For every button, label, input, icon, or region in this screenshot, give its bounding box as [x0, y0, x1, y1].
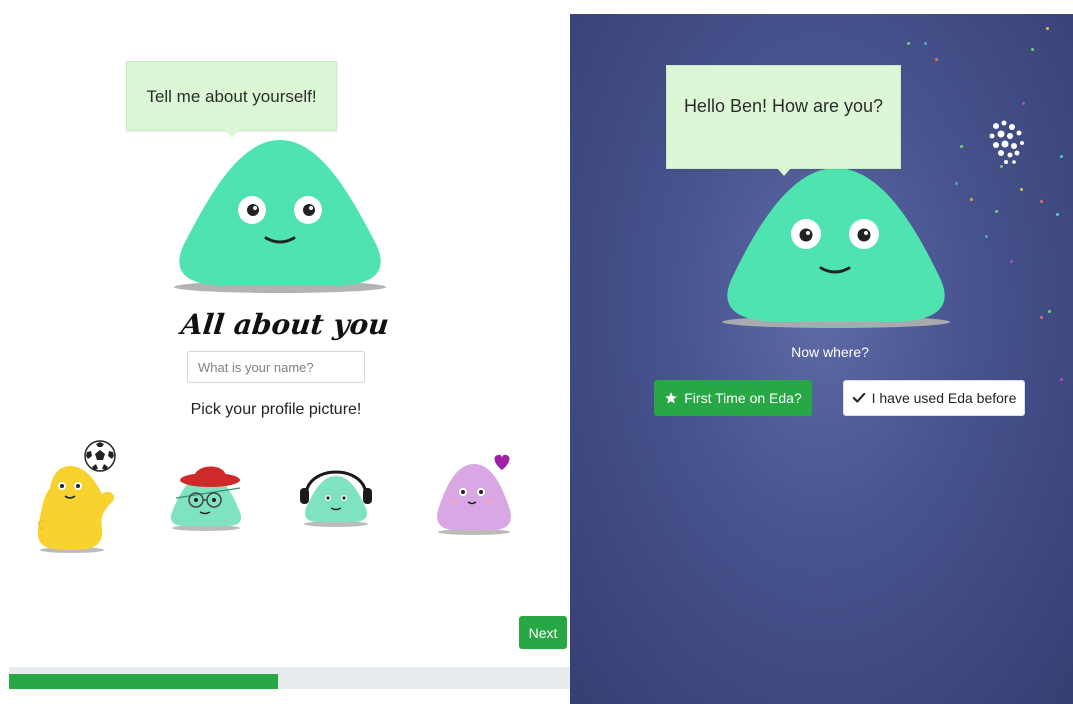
confetti-dot [955, 182, 958, 185]
confetti-dot [1046, 27, 1049, 30]
confetti-dot [1060, 378, 1063, 381]
heart-icon [494, 454, 510, 470]
pick-picture-label: Pick your profile picture! [190, 401, 362, 418]
confetti-dot [985, 235, 988, 238]
name-input[interactable] [187, 351, 365, 383]
confetti-dot [1048, 310, 1051, 313]
confetti-dot [1056, 213, 1059, 216]
confetti-dot [970, 198, 973, 201]
confetti-dot [995, 210, 998, 213]
confetti-dot [1022, 102, 1025, 105]
confetti-dot [907, 42, 910, 45]
confetti-dot [924, 42, 927, 45]
page-title: All about you [179, 308, 391, 341]
next-button[interactable]: Next [519, 616, 567, 649]
speech-bubble-right: Hello Ben! How are you? [666, 65, 901, 176]
avatar-green-headphones[interactable] [298, 462, 376, 528]
mascot-blob [174, 140, 386, 293]
confetti-dot [960, 145, 963, 148]
confetti-dot [1010, 260, 1013, 263]
speech-bubble: Tell me about yourself! [126, 61, 337, 138]
confetti-dot [1020, 188, 1023, 191]
used-before-button[interactable]: I have used Eda before [843, 380, 1025, 416]
progress-fill [9, 674, 279, 689]
confetti-dot [1060, 155, 1063, 158]
first-time-label: First Time on Eda? [684, 390, 802, 406]
confetti-dot [1040, 200, 1043, 203]
soccer-ball-icon [84, 440, 116, 472]
avatar-green-hat-glasses[interactable] [166, 458, 246, 532]
mascot-blob-right [722, 168, 950, 328]
confetti-dot [1031, 48, 1034, 51]
confetti-dot [1040, 316, 1043, 319]
confetti-dot [935, 58, 938, 61]
star-icon [665, 392, 678, 404]
now-where-label: Now where? [791, 344, 869, 360]
progress-bar [9, 667, 570, 689]
avatar-yellow-soccer[interactable] [30, 438, 125, 556]
check-icon [852, 392, 865, 403]
used-before-label: I have used Eda before [871, 390, 1017, 406]
sparkle-cluster-icon [989, 120, 1024, 164]
avatar-purple-heart[interactable] [432, 452, 522, 536]
first-time-button[interactable]: First Time on Eda? [654, 380, 812, 416]
